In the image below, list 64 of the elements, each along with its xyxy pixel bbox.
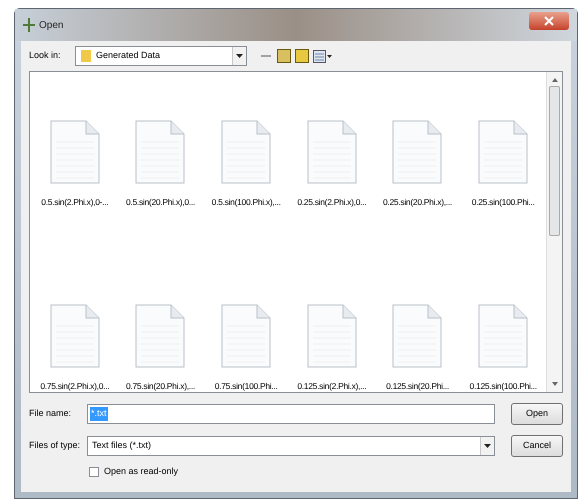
dropdown-button[interactable]	[232, 47, 246, 65]
document-icon	[135, 120, 186, 184]
file-name: 0.75.sin(20.Phi.x),...	[126, 380, 195, 393]
file-item[interactable]: 0.25.sin(20.Phi.x),...	[374, 78, 460, 263]
cancel-button[interactable]: Cancel	[511, 435, 563, 457]
close-button[interactable]	[529, 12, 569, 30]
document-icon	[50, 120, 100, 184]
file-item[interactable]: 0.25.sin(2.Phi.x),0...	[288, 78, 375, 263]
file-name-value: *.txt	[90, 407, 108, 421]
file-name: 0.125.sin(2.Phi.x),...	[297, 380, 366, 393]
document-icon	[221, 120, 272, 184]
document-icon	[392, 120, 442, 184]
read-only-checkbox[interactable]	[89, 466, 99, 477]
look-in-label: Look in:	[29, 49, 62, 62]
open-button[interactable]: Open	[511, 403, 563, 425]
window-title: Open	[39, 18, 64, 32]
look-in-dropdown[interactable]: Generated Data	[75, 46, 247, 66]
file-item[interactable]: 0.5.sin(20.Phi.x),0...	[118, 78, 204, 263]
file-name: 0.25.sin(100.Phi...	[472, 196, 535, 209]
dropdown-value: Text files (*.txt)	[92, 439, 152, 452]
file-item[interactable]: 0.5.sin(100.Phi.x),...	[203, 78, 289, 263]
document-icon	[135, 304, 186, 368]
document-icon	[306, 304, 357, 368]
document-icon	[392, 304, 442, 368]
caret-icon	[327, 54, 332, 58]
file-name: 0.125.sin(100.Phi...	[470, 380, 537, 393]
file-name: 0.25.sin(20.Phi.x),...	[382, 196, 452, 209]
dropdown-button[interactable]	[480, 437, 494, 455]
document-icon	[221, 304, 272, 368]
file-type-dropdown[interactable]: Text files (*.txt)	[87, 436, 495, 456]
document-icon	[478, 120, 528, 184]
file-item[interactable]: 0.125.sin(100.Phi...	[460, 263, 546, 393]
scroll-down-icon	[552, 382, 558, 386]
file-name: 0.125.sin(20.Phi...	[386, 380, 449, 393]
file-name: 0.5.sin(2.Phi.x),0-...	[41, 196, 108, 209]
dropdown-value: Generated Data	[96, 49, 162, 62]
document-icon	[306, 120, 357, 184]
file-name: 0.75.sin(100.Phi...	[214, 380, 278, 393]
view-grid-icon	[313, 50, 326, 62]
file-type-label: Files of type:	[29, 439, 82, 452]
file-item[interactable]: 0.75.sin(20.Phi.x),...	[118, 263, 204, 393]
close-icon	[544, 16, 554, 26]
scroll-up-icon	[552, 78, 558, 82]
file-name: 0.75.sin(2.Phi.x),0...	[40, 380, 110, 393]
caret-icon	[236, 54, 243, 58]
file-item[interactable]: 0.75.sin(2.Phi.x),0...	[32, 263, 118, 393]
file-name: 0.5.sin(20.Phi.x),0...	[126, 196, 195, 209]
file-item[interactable]: 0.75.sin(100.Phi...	[203, 263, 289, 393]
document-icon	[50, 304, 100, 368]
read-only-label: Open as read-only	[104, 465, 178, 478]
app-icon	[23, 18, 35, 32]
caret-icon	[484, 444, 491, 448]
folder-icon	[80, 49, 92, 63]
file-name-label: File name:	[29, 407, 72, 420]
file-item[interactable]: 0.25.sin(100.Phi...	[460, 78, 546, 263]
file-item[interactable]: 0.5.sin(2.Phi.x),0-...	[32, 78, 118, 263]
file-name: 0.25.sin(2.Phi.x),0...	[297, 196, 366, 209]
file-name: 0.5.sin(100.Phi.x),...	[212, 196, 281, 209]
file-item[interactable]: 0.125.sin(20.Phi...	[374, 263, 460, 393]
vertical-scrollbar[interactable]	[546, 72, 562, 392]
view-menu-button[interactable]	[313, 49, 333, 63]
scrollbar-thumb[interactable]	[549, 86, 560, 236]
file-item[interactable]: 0.125.sin(2.Phi.x),...	[288, 263, 375, 393]
document-icon	[478, 304, 528, 368]
